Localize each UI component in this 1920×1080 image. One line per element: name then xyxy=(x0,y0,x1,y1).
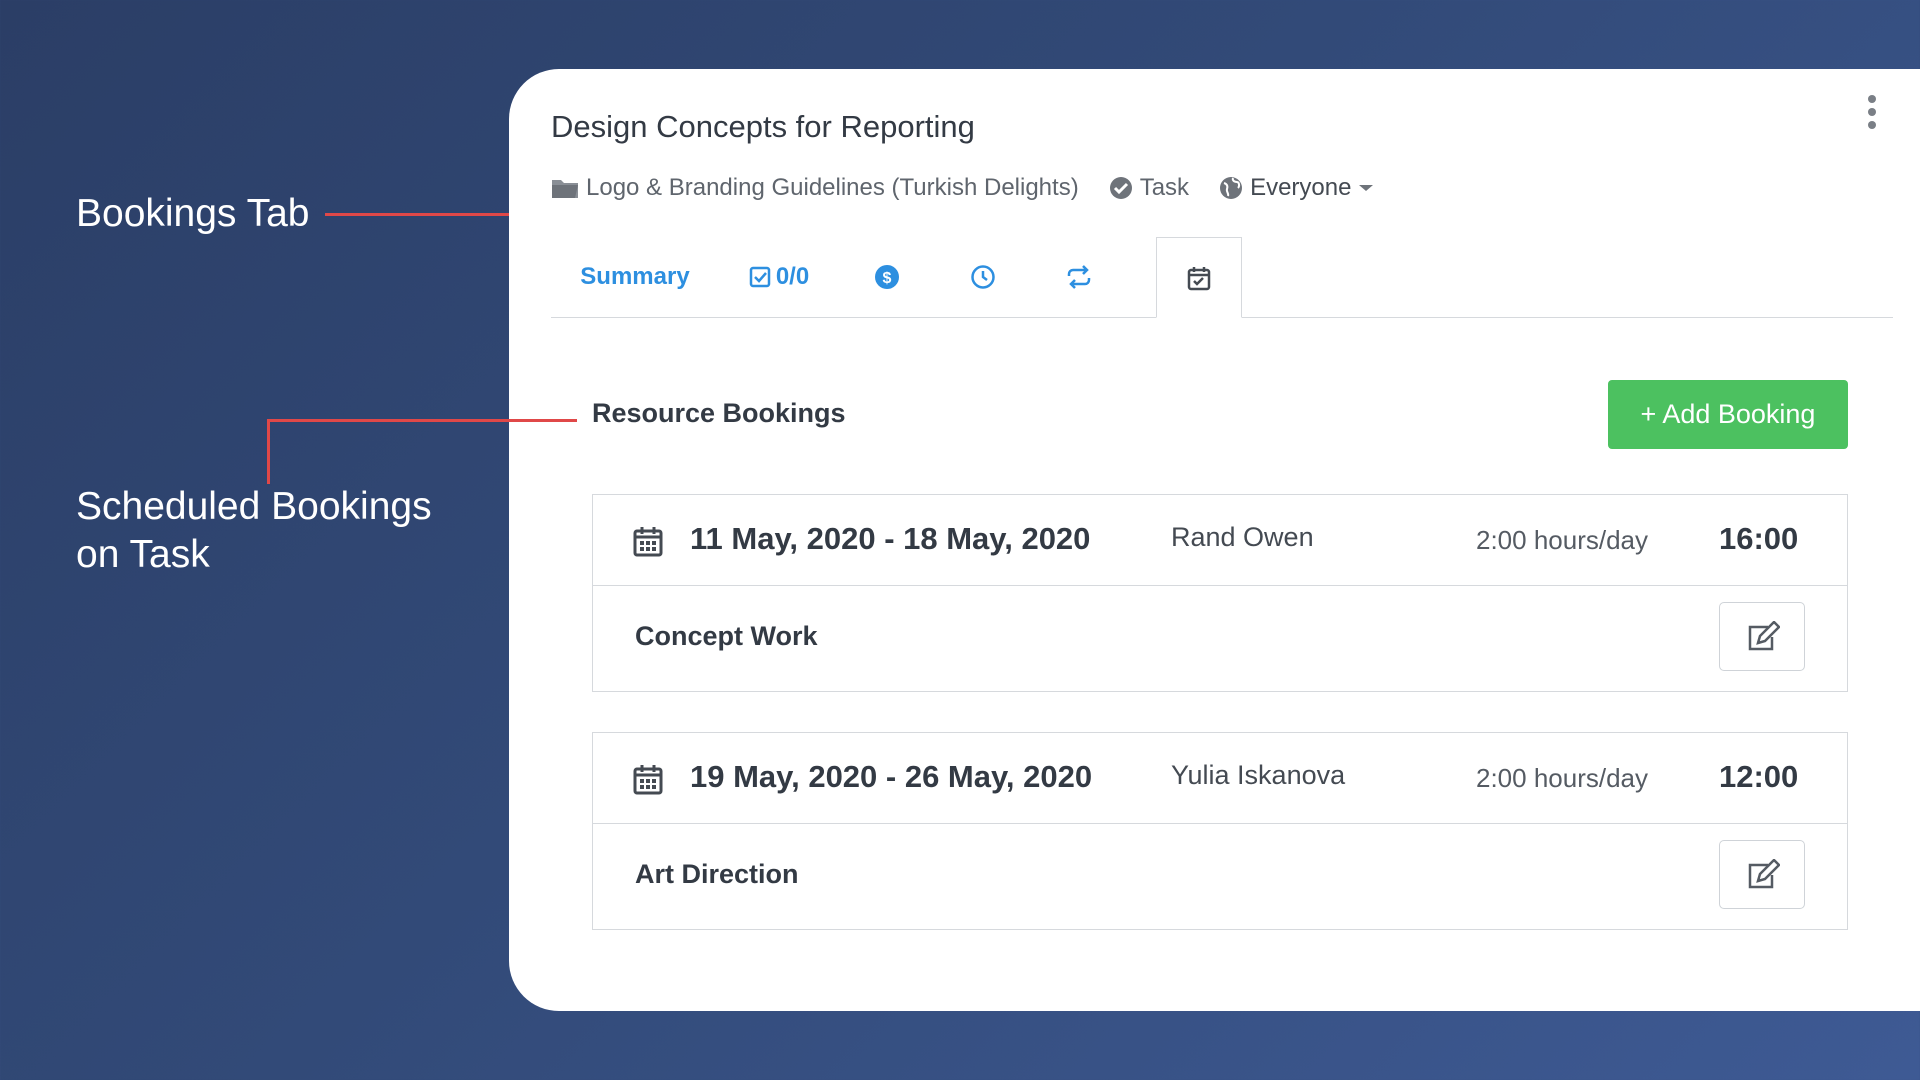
task-type-label: Task xyxy=(1139,174,1190,201)
tab-checklist[interactable]: 0/0 xyxy=(719,237,839,317)
visibility-label: Everyone xyxy=(1250,174,1352,201)
booking-resource: Yulia Iskanova xyxy=(1171,760,1346,790)
edit-booking-button[interactable] xyxy=(1719,840,1805,909)
project-name: Logo & Branding Guidelines (Turkish Deli… xyxy=(586,174,1079,201)
calendar-check-icon xyxy=(1187,266,1211,290)
clock-icon xyxy=(971,265,995,289)
booking-rate: 2:00 hours/day xyxy=(1476,763,1649,793)
callout-scheduled-line-1: Scheduled Bookings xyxy=(76,485,432,528)
booking-card: 11 May, 2020 - 18 May, 2020 Rand Owen 2:… xyxy=(592,494,1848,692)
task-title: Design Concepts for Reporting xyxy=(551,109,975,144)
tab-recurring[interactable] xyxy=(1031,237,1127,317)
booking-resource: Rand Owen xyxy=(1171,522,1314,552)
booking-name: Art Direction xyxy=(635,859,799,889)
visibility-dropdown[interactable]: Everyone xyxy=(1219,174,1382,202)
callout-scheduled-line-2: on Task xyxy=(76,533,210,576)
calendar-icon xyxy=(633,765,663,795)
project-link[interactable]: Logo & Branding Guidelines (Turkish Deli… xyxy=(551,174,1079,202)
globe-icon xyxy=(1220,177,1243,199)
booking-header: 11 May, 2020 - 18 May, 2020 Rand Owen 2:… xyxy=(593,495,1847,586)
callout-scheduled-bookings-label: Scheduled Bookings on Task xyxy=(76,483,432,579)
calendar-icon xyxy=(633,527,663,557)
dollar-icon: $ xyxy=(875,265,899,289)
tab-checklist-count: 0/0 xyxy=(775,263,810,290)
add-booking-button[interactable]: + Add Booking xyxy=(1608,380,1848,449)
task-tabs: Summary 0/0 $ xyxy=(551,237,1893,318)
callout-scheduled-line-vertical xyxy=(267,419,270,484)
tab-summary[interactable]: Summary xyxy=(551,237,719,317)
svg-text:$: $ xyxy=(883,270,892,287)
more-options-icon[interactable] xyxy=(1865,95,1879,134)
repeat-icon xyxy=(1067,265,1091,289)
folder-icon xyxy=(552,180,578,198)
callout-scheduled-line-horizontal xyxy=(267,419,577,422)
tab-billing[interactable]: $ xyxy=(839,237,935,317)
edit-booking-button[interactable] xyxy=(1719,602,1805,671)
booking-date-range: 11 May, 2020 - 18 May, 2020 xyxy=(690,521,1091,556)
check-circle-icon xyxy=(1109,177,1132,199)
tab-bookings[interactable] xyxy=(1156,237,1242,318)
edit-icon xyxy=(1748,620,1780,650)
task-card: Design Concepts for Reporting Logo & Bra… xyxy=(509,69,1920,1011)
checkbox-icon xyxy=(749,266,771,288)
booking-rate: 2:00 hours/day xyxy=(1476,525,1649,555)
edit-icon xyxy=(1748,858,1780,888)
tab-summary-label: Summary xyxy=(580,263,690,290)
booking-total: 16:00 xyxy=(1719,521,1799,556)
booking-header: 19 May, 2020 - 26 May, 2020 Yulia Iskano… xyxy=(593,733,1847,824)
caret-down-icon xyxy=(1359,185,1374,191)
booking-total: 12:00 xyxy=(1719,759,1799,794)
task-meta: Logo & Branding Guidelines (Turkish Deli… xyxy=(551,171,1412,205)
booking-date-range: 19 May, 2020 - 26 May, 2020 xyxy=(690,759,1093,794)
booking-name: Concept Work xyxy=(635,621,818,651)
tab-time[interactable] xyxy=(935,237,1031,317)
task-type: Task xyxy=(1109,174,1189,202)
booking-card: 19 May, 2020 - 26 May, 2020 Yulia Iskano… xyxy=(592,732,1848,930)
callout-bookings-tab-label: Bookings Tab xyxy=(76,192,310,235)
resource-bookings-title: Resource Bookings xyxy=(592,398,846,428)
